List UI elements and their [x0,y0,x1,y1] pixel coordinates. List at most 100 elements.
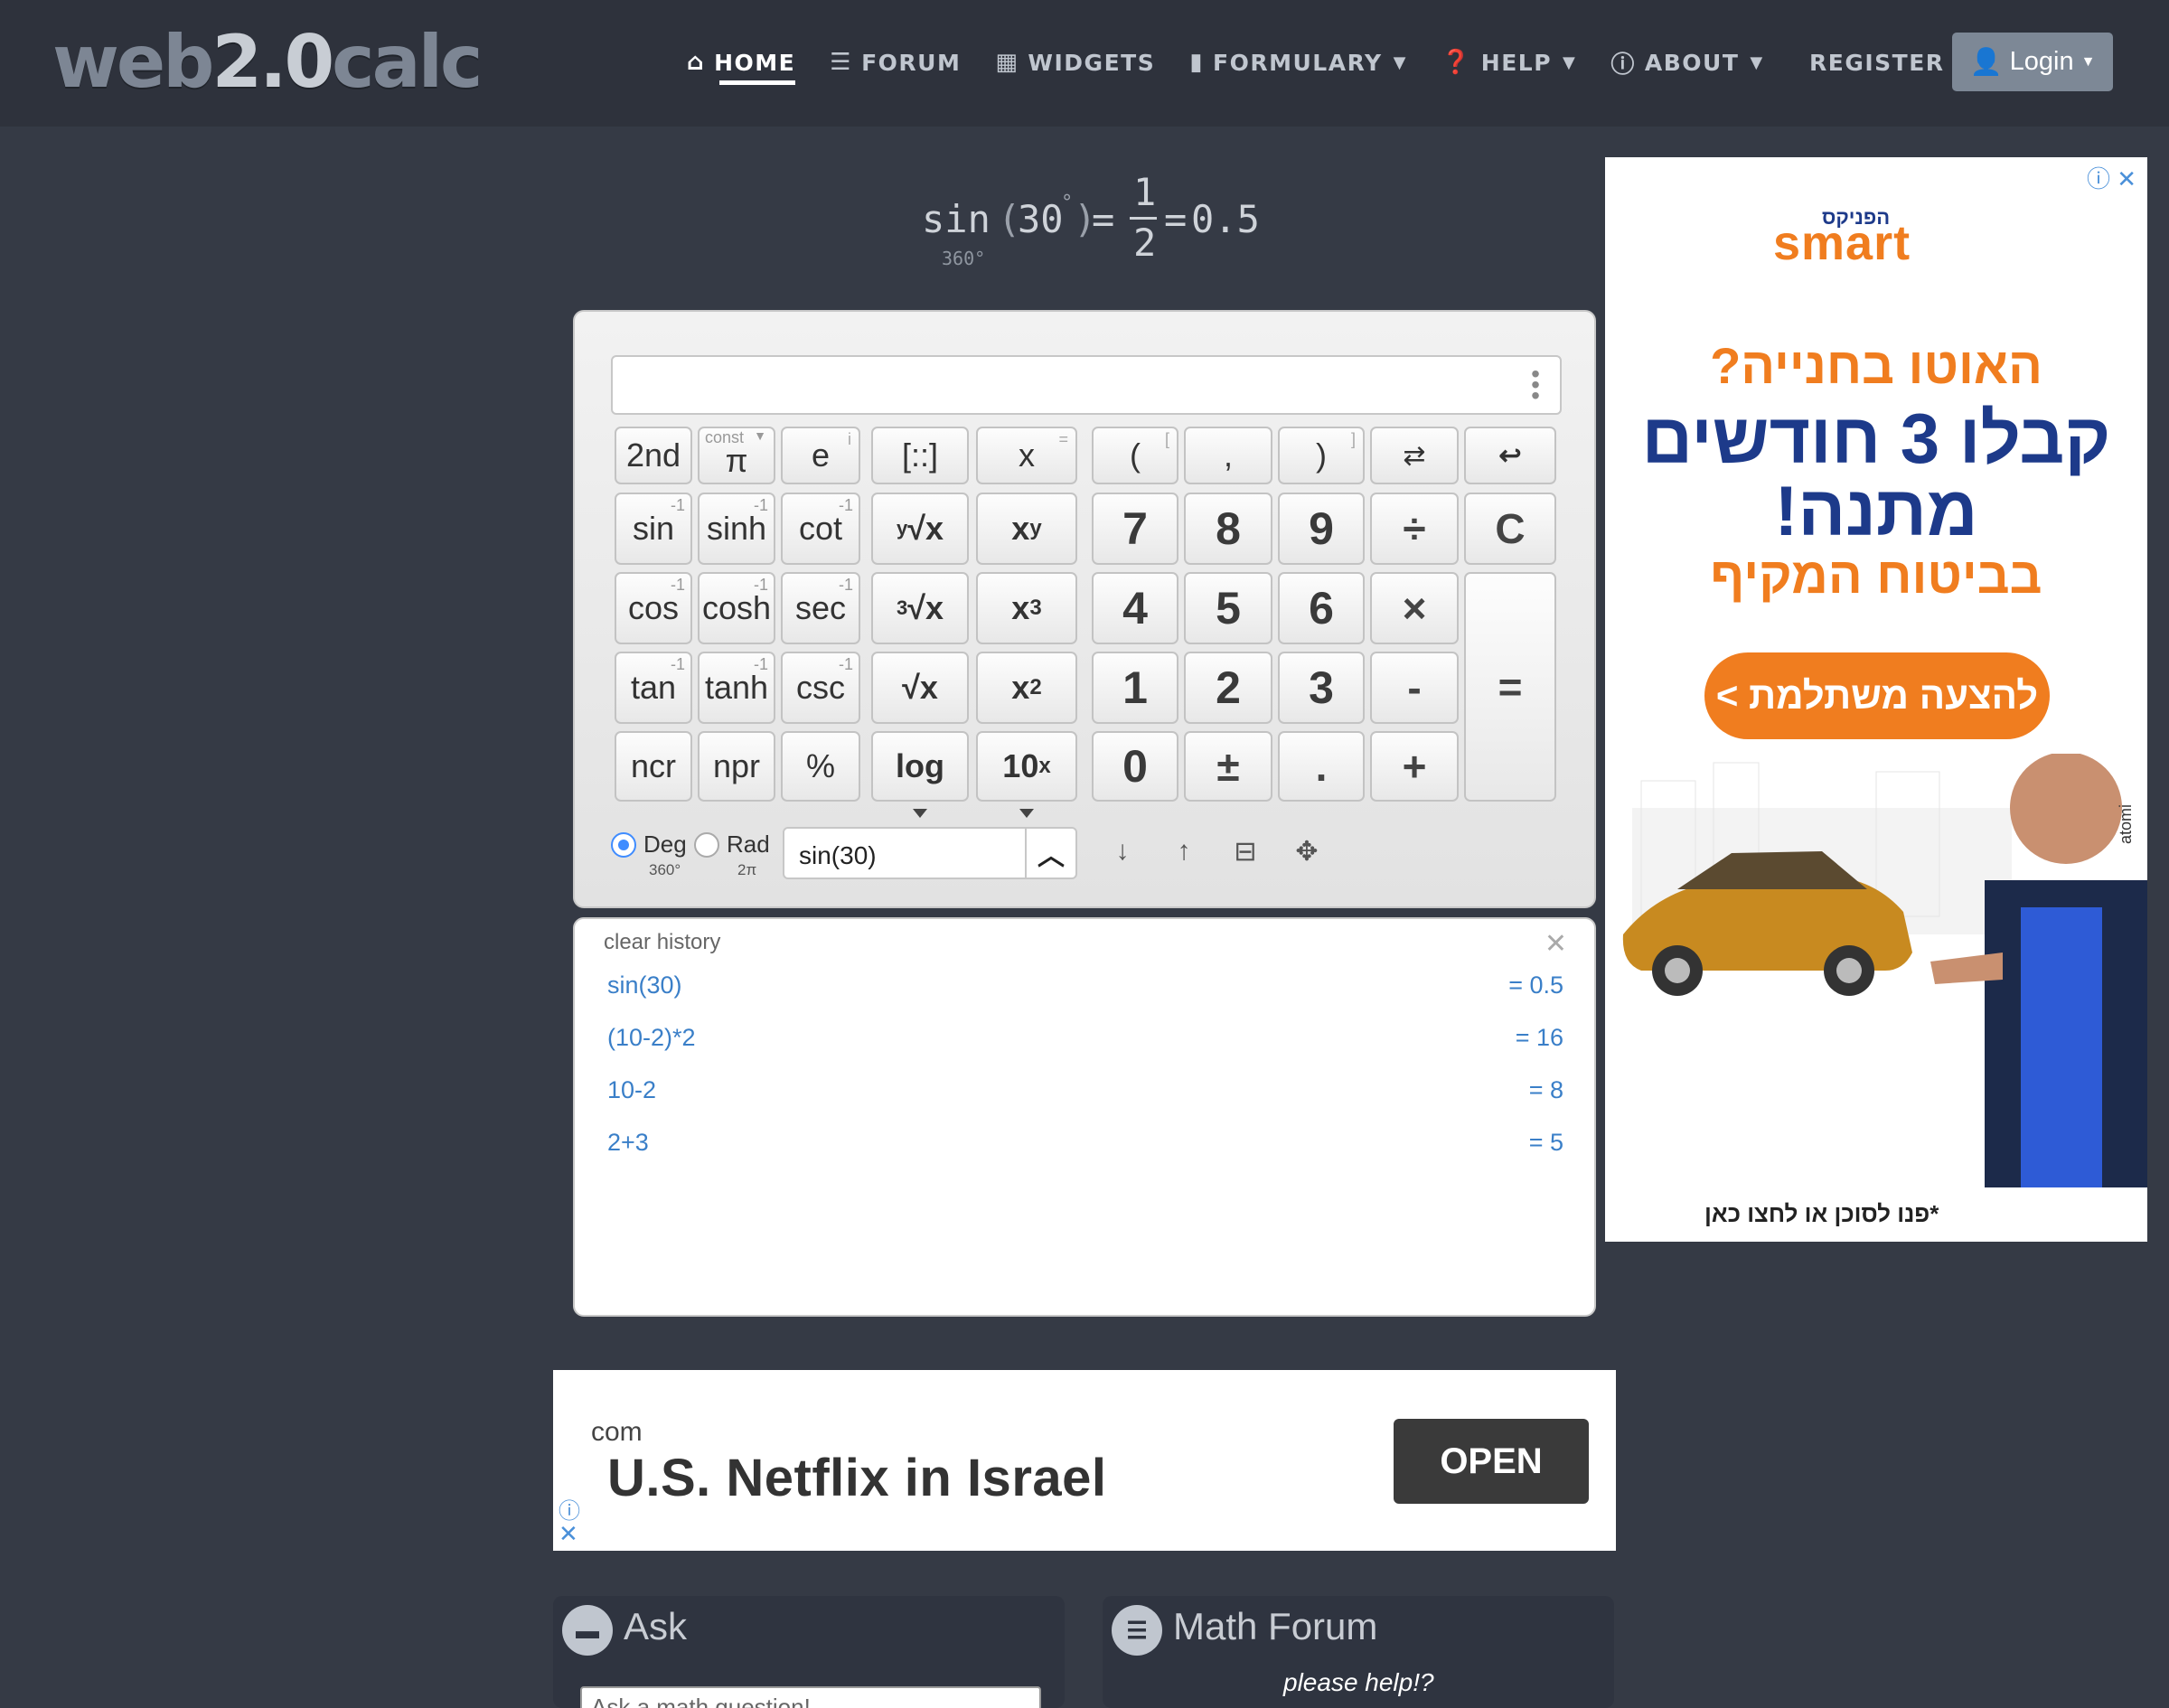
key-comma[interactable]: , [1184,427,1272,484]
ad-open-button[interactable]: OPEN [1394,1419,1589,1504]
result-func: sin [922,197,991,241]
key-cos[interactable]: cos -1 [615,572,692,644]
key-xy[interactable]: xy [976,493,1077,565]
key-clear[interactable]: C [1464,493,1556,565]
key-csc[interactable]: csc -1 [781,652,860,724]
history-row[interactable]: (10-2)*2 = 16 [607,1024,1563,1060]
chevron-up-icon: ︿ [1038,841,1065,871]
key-csc-inv: -1 [838,655,853,673]
key-0[interactable]: 0 [1092,731,1178,802]
history-value: = 16 [1515,1024,1563,1051]
window-icon[interactable]: ⊟ [1229,836,1262,868]
key-lparen-label: ( [1130,436,1141,474]
key-9[interactable]: 9 [1278,493,1365,565]
key-plus[interactable]: + [1370,731,1459,802]
ad-info-icon[interactable]: ⓘ ✕ [2087,161,2136,194]
nav-about-label: ABOUT [1644,49,1740,76]
nav-formulary[interactable]: ▮ FORMULARY ▼ [1189,42,1407,83]
key-times[interactable]: × [1370,572,1459,644]
history-row[interactable]: 10-2 = 8 [607,1076,1563,1112]
key-divide[interactable]: ÷ [1370,493,1459,565]
nav-widgets[interactable]: ▦ WIDGETS [995,42,1155,83]
key-clear-label: C [1495,505,1526,552]
kebab-menu-icon[interactable]: • • • [1531,361,1540,408]
key-sin-label: sin [632,510,675,547]
expression-input[interactable]: sin(30) [783,827,1027,879]
key-4[interactable]: 4 [1092,572,1178,644]
clear-history-link[interactable]: clear history [604,930,720,955]
calc-input[interactable]: • • • [611,355,1562,415]
key-pi[interactable]: const ▼ π [698,427,775,484]
key-tanh[interactable]: tanh -1 [698,652,775,724]
key-x-corner: = [1058,430,1068,448]
key-x3[interactable]: x3 [976,572,1077,644]
key-dot-label: . [1315,743,1328,790]
rad-radio[interactable] [694,832,719,858]
key-cuberoot[interactable]: 3 √x [871,572,969,644]
key-tanh-label: tanh [704,669,769,706]
key-dot[interactable]: . [1278,731,1365,802]
key-8[interactable]: 8 [1184,493,1272,565]
key-e[interactable]: ei [781,427,860,484]
key-sin[interactable]: sin -1 [615,493,692,565]
key-2nd[interactable]: 2nd [615,427,692,484]
key-7[interactable]: 7 [1092,493,1178,565]
key-sinh[interactable]: sinh -1 [698,493,775,565]
history-expr: 10-2 [607,1076,657,1103]
ad-cta-button[interactable]: להצעה משתלמת > [1704,652,2050,739]
key-rparen[interactable]: )] [1278,427,1365,484]
key-lparen[interactable]: ([ [1092,427,1178,484]
move-icon[interactable]: ✥ [1291,836,1323,868]
key-cot-inv: -1 [838,496,853,514]
register-link[interactable]: REGISTER [1809,42,1945,83]
key-x[interactable]: x = [976,427,1077,484]
key-backspace[interactable]: ↩ [1464,427,1556,484]
ad-banner-right[interactable]: ⓘ ✕ הפניקס smart האוטו בחנייה? קבלו 3 חו… [1605,157,2147,1242]
forum-latest-post[interactable]: please help!? [1283,1668,1434,1697]
ad-banner-bottom[interactable]: com U.S. Netflix in Israel OPEN ⓘ ✕ [553,1370,1616,1551]
deg-radio[interactable] [611,832,636,858]
key-6[interactable]: 6 [1278,572,1365,644]
key-cos-inv: -1 [670,576,685,594]
key-percent[interactable]: % [781,731,860,802]
ad-brand-logo: smart [1773,216,1911,270]
key-sec[interactable]: sec -1 [781,572,860,644]
key-10x[interactable]: 10 x [976,731,1077,818]
key-1[interactable]: 1 [1092,652,1178,724]
key-cosh[interactable]: cosh -1 [698,572,775,644]
ask-question-input[interactable]: Ask a math question! [580,1686,1041,1708]
key-3[interactable]: 3 [1278,652,1365,724]
ad-domain: com [591,1417,643,1447]
key-yroot[interactable]: y √x [871,493,969,565]
nav-help[interactable]: ❓ HELP ▼ [1441,42,1576,83]
key-sqrt[interactable]: √x [871,652,969,724]
key-swap[interactable]: ⇄ [1370,427,1459,484]
const-label: const [705,428,745,446]
nav-home[interactable]: ⌂ HOME [687,42,796,85]
nav-about[interactable]: ⓘ ABOUT ▼ [1610,42,1763,83]
arrow-up-icon[interactable]: ↑ [1168,836,1200,867]
nav-forum[interactable]: ☰ FORUM [830,42,961,83]
arrow-down-icon[interactable]: ↓ [1106,836,1139,867]
key-log[interactable]: log [871,731,969,818]
key-minus[interactable]: - [1370,652,1459,724]
key-x2[interactable]: x2 [976,652,1077,724]
close-icon[interactable]: ✕ [1545,928,1567,960]
key-2[interactable]: 2 [1184,652,1272,724]
key-0-label: 0 [1122,741,1148,792]
key-tan[interactable]: tan -1 [615,652,692,724]
login-button[interactable]: 👤 Login ▼ [1952,33,2113,91]
site-logo[interactable]: web2.0calc [52,20,483,104]
history-row[interactable]: sin(30) = 0.5 [607,971,1563,1008]
key-equals[interactable]: = [1464,572,1556,802]
expression-toggle-button[interactable]: ︿ [1025,827,1077,879]
key-npr[interactable]: npr [698,731,775,802]
history-row[interactable]: 2+3 = 5 [607,1129,1563,1165]
key-matrix[interactable]: [::] [871,427,969,484]
key-sec-label: sec [794,589,847,626]
key-cot[interactable]: cot -1 [781,493,860,565]
key-plusminus[interactable]: ± [1184,731,1272,802]
key-ncr[interactable]: ncr [615,731,692,802]
ad-close-icon[interactable]: ✕ [559,1520,578,1548]
key-5[interactable]: 5 [1184,572,1272,644]
